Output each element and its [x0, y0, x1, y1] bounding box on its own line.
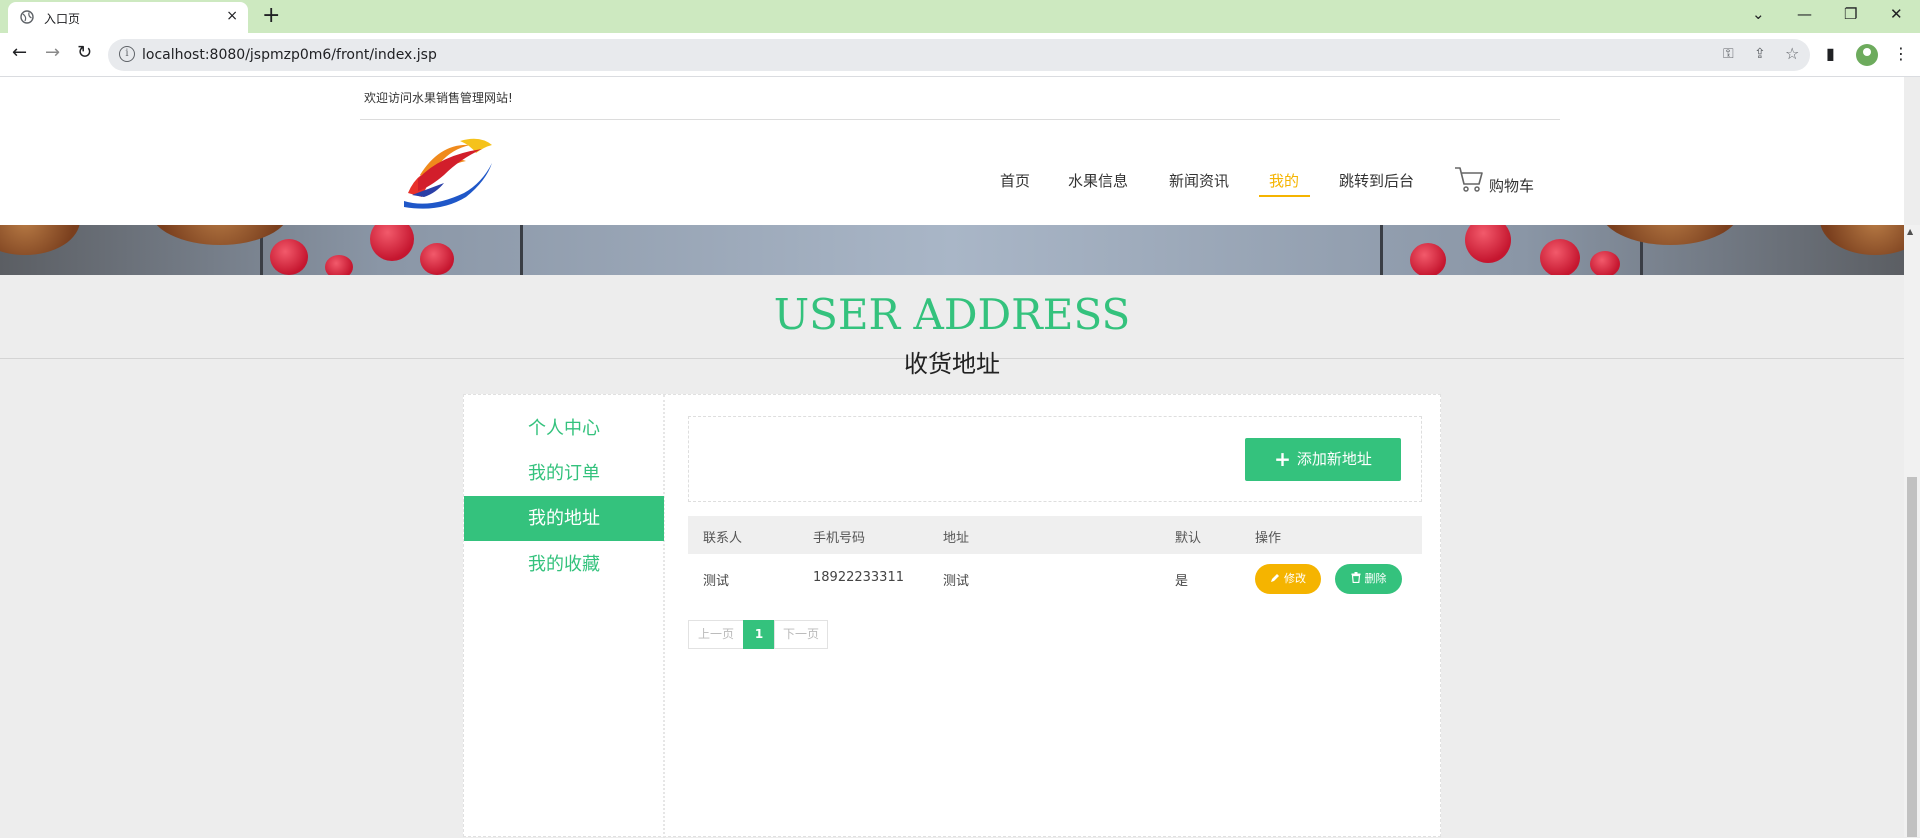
- browser-menu-icon[interactable]: ⋮: [1893, 44, 1909, 63]
- browser-tab[interactable]: 入口页 ×: [8, 2, 248, 33]
- nav-fruit-info[interactable]: 水果信息: [1068, 170, 1128, 191]
- header-contact: 联系人: [703, 531, 743, 546]
- password-key-icon[interactable]: ⚿: [1723, 46, 1734, 62]
- scrollbar-thumb[interactable]: [1907, 477, 1917, 837]
- welcome-text: 欢迎访问水果销售管理网站!: [364, 91, 513, 105]
- header-address: 地址: [943, 531, 970, 546]
- nav-home[interactable]: 首页: [1000, 170, 1030, 191]
- url-text[interactable]: localhost:8080/jspmzp0m6/front/index.jsp: [142, 47, 437, 63]
- tab-search-icon[interactable]: ⌄: [1752, 5, 1765, 23]
- user-center-panel: 个人中心 我的订单 我的地址 我的收藏 + 添加新地址 联系人 手机号码 地址 默…: [463, 394, 1441, 838]
- delete-address-button[interactable]: 删除: [1335, 564, 1402, 594]
- browser-toolbar: ← → ↻ i localhost:8080/jspmzp0m6/front/i…: [0, 33, 1920, 77]
- edit-label: 修改: [1284, 572, 1306, 585]
- cart-label[interactable]: 购物车: [1489, 175, 1534, 196]
- address-bar[interactable]: i localhost:8080/jspmzp0m6/front/index.j…: [108, 39, 1810, 71]
- address-toolbar: + 添加新地址: [688, 416, 1422, 502]
- edit-address-button[interactable]: 修改: [1255, 564, 1321, 594]
- cell-default: 是: [1175, 574, 1189, 589]
- address-table-header: 联系人 手机号码 地址 默认 操作: [688, 516, 1422, 554]
- section-title-chinese: 收货地址: [904, 350, 1000, 378]
- address-main: + 添加新地址 联系人 手机号码 地址 默认 操作 测试 18922233311 …: [688, 395, 1422, 838]
- profile-avatar-icon[interactable]: [1856, 44, 1878, 66]
- cell-phone: 18922233311: [813, 570, 904, 585]
- prev-page-button[interactable]: 上一页: [688, 620, 744, 649]
- minimize-button[interactable]: —: [1797, 5, 1812, 23]
- page-viewport: 欢迎访问水果销售管理网站! 首页 水果信息 新闻资讯 我的 跳转到后台 购物车: [0, 77, 1920, 838]
- add-address-label: 添加新地址: [1296, 450, 1372, 468]
- site-logo[interactable]: [400, 135, 495, 210]
- site-info-icon[interactable]: i: [119, 46, 135, 62]
- share-icon[interactable]: ⇪: [1754, 46, 1766, 62]
- nav-admin[interactable]: 跳转到后台: [1339, 170, 1414, 191]
- pencil-icon: [1271, 574, 1279, 582]
- nav-mine[interactable]: 我的: [1269, 170, 1299, 191]
- scroll-up-arrow-icon[interactable]: ▲: [1907, 227, 1913, 236]
- header-default: 默认: [1175, 531, 1202, 546]
- hero-banner-image: [0, 225, 1904, 275]
- shopping-cart-icon[interactable]: [1454, 165, 1484, 193]
- side-panel-icon[interactable]: ▮: [1826, 44, 1835, 63]
- sidebar-item-address[interactable]: 我的地址: [464, 496, 664, 541]
- sidebar-item-orders[interactable]: 我的订单: [464, 451, 664, 496]
- nav-active-underline: [1259, 195, 1310, 197]
- tab-close-icon[interactable]: ×: [226, 8, 238, 24]
- forward-button[interactable]: →: [45, 42, 60, 63]
- back-button[interactable]: ←: [12, 42, 27, 63]
- close-window-button[interactable]: ✕: [1890, 5, 1903, 23]
- globe-icon: [20, 10, 34, 24]
- bookmark-star-icon[interactable]: ☆: [1785, 44, 1799, 63]
- section-title-english: USER ADDRESS: [773, 290, 1131, 339]
- user-sidebar: 个人中心 我的订单 我的地址 我的收藏: [464, 395, 665, 838]
- new-tab-button[interactable]: +: [262, 3, 280, 28]
- sidebar-item-profile[interactable]: 个人中心: [464, 406, 664, 451]
- page-1-button[interactable]: 1: [743, 620, 775, 649]
- trash-icon: [1351, 572, 1360, 584]
- browser-tab-strip: 入口页 × + ⌄ — ❐ ✕: [0, 0, 1920, 33]
- tab-title: 入口页: [44, 12, 81, 26]
- plus-icon: +: [1274, 447, 1291, 471]
- add-address-button[interactable]: + 添加新地址: [1245, 438, 1401, 481]
- reload-button[interactable]: ↻: [77, 42, 92, 63]
- site-header: 欢迎访问水果销售管理网站! 首页 水果信息 新闻资讯 我的 跳转到后台 购物车: [0, 77, 1904, 225]
- cell-contact: 测试: [703, 574, 730, 589]
- header-actions: 操作: [1255, 531, 1282, 546]
- next-page-button[interactable]: 下一页: [774, 620, 828, 649]
- header-phone: 手机号码: [813, 531, 866, 546]
- cell-address: 测试: [943, 574, 970, 589]
- table-row: 测试 18922233311 测试 是 修改 删除: [688, 554, 1422, 602]
- sidebar-item-favorites[interactable]: 我的收藏: [464, 542, 664, 587]
- header-divider: [360, 119, 1560, 120]
- nav-news[interactable]: 新闻资讯: [1169, 170, 1229, 191]
- restore-button[interactable]: ❐: [1844, 5, 1857, 23]
- delete-label: 删除: [1364, 572, 1387, 585]
